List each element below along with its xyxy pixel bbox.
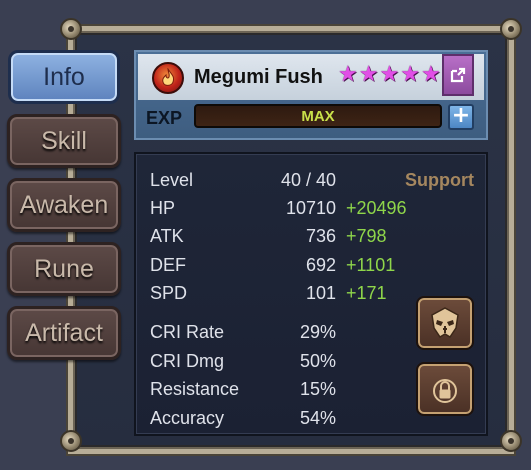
stat-value: 10710 — [285, 198, 336, 218]
skull-mask-icon — [431, 307, 459, 339]
add-exp-button[interactable]: + — [448, 104, 474, 130]
frame-corner-ornament — [500, 18, 522, 40]
stat-bonus: +1101 — [346, 255, 396, 275]
stat-value: 101 — [305, 283, 336, 303]
frame-corner-ornament — [60, 430, 82, 452]
tab-artifact[interactable]: Artifact — [7, 306, 121, 360]
exp-bar: MAX — [194, 104, 442, 128]
stat-value: 692 — [305, 255, 336, 275]
stat-value: 54% — [299, 408, 336, 428]
share-button[interactable] — [442, 54, 474, 96]
star-icon: ★ — [358, 62, 379, 87]
tab-skill[interactable]: Skill — [7, 114, 121, 168]
stat-bonus: +171 — [346, 283, 387, 303]
lock-icon — [433, 379, 457, 403]
stats-panel: Support Level 40 / 40 HP 10710 +20496 AT… — [134, 152, 488, 436]
tab-awaken-label: Awaken — [19, 190, 109, 219]
stat-value: 29% — [299, 322, 336, 342]
frame-corner-ornament — [500, 430, 522, 452]
name-strip: Megumi Fush ★★★★★★ — [138, 54, 484, 100]
star-icon: ★ — [338, 62, 358, 87]
role-label: Support — [405, 170, 474, 190]
frame-corner-ornament — [60, 18, 82, 40]
skill-mask-button[interactable] — [416, 296, 474, 350]
plus-icon: + — [451, 103, 471, 128]
monster-name: Megumi Fush — [194, 66, 323, 88]
tab-rune[interactable]: Rune — [7, 242, 121, 296]
star-icon: ★ — [400, 62, 420, 87]
lock-button[interactable] — [416, 362, 474, 416]
fire-element-icon — [152, 62, 184, 94]
exp-bar-text: MAX — [301, 107, 335, 125]
tab-awaken[interactable]: Awaken — [7, 178, 121, 232]
stat-bonus: +798 — [346, 226, 387, 246]
tab-skill-label: Skill — [41, 126, 87, 155]
stat-value: 736 — [305, 226, 336, 246]
stat-value: 40 / 40 — [280, 170, 336, 190]
tab-info[interactable]: Info — [8, 50, 120, 104]
tab-artifact-label: Artifact — [25, 318, 103, 347]
monster-header: Megumi Fush ★★★★★★ EXP MAX + — [134, 50, 488, 140]
tab-info-label: Info — [43, 62, 85, 91]
stat-bonus: +20496 — [346, 198, 407, 218]
tab-rune-label: Rune — [34, 254, 94, 283]
star-icon: ★ — [420, 62, 441, 87]
stat-value: 50% — [299, 351, 336, 371]
exp-label: EXP — [146, 108, 183, 128]
share-icon — [450, 67, 466, 83]
stat-value: 15% — [299, 379, 336, 399]
star-icon: ★ — [379, 62, 400, 87]
